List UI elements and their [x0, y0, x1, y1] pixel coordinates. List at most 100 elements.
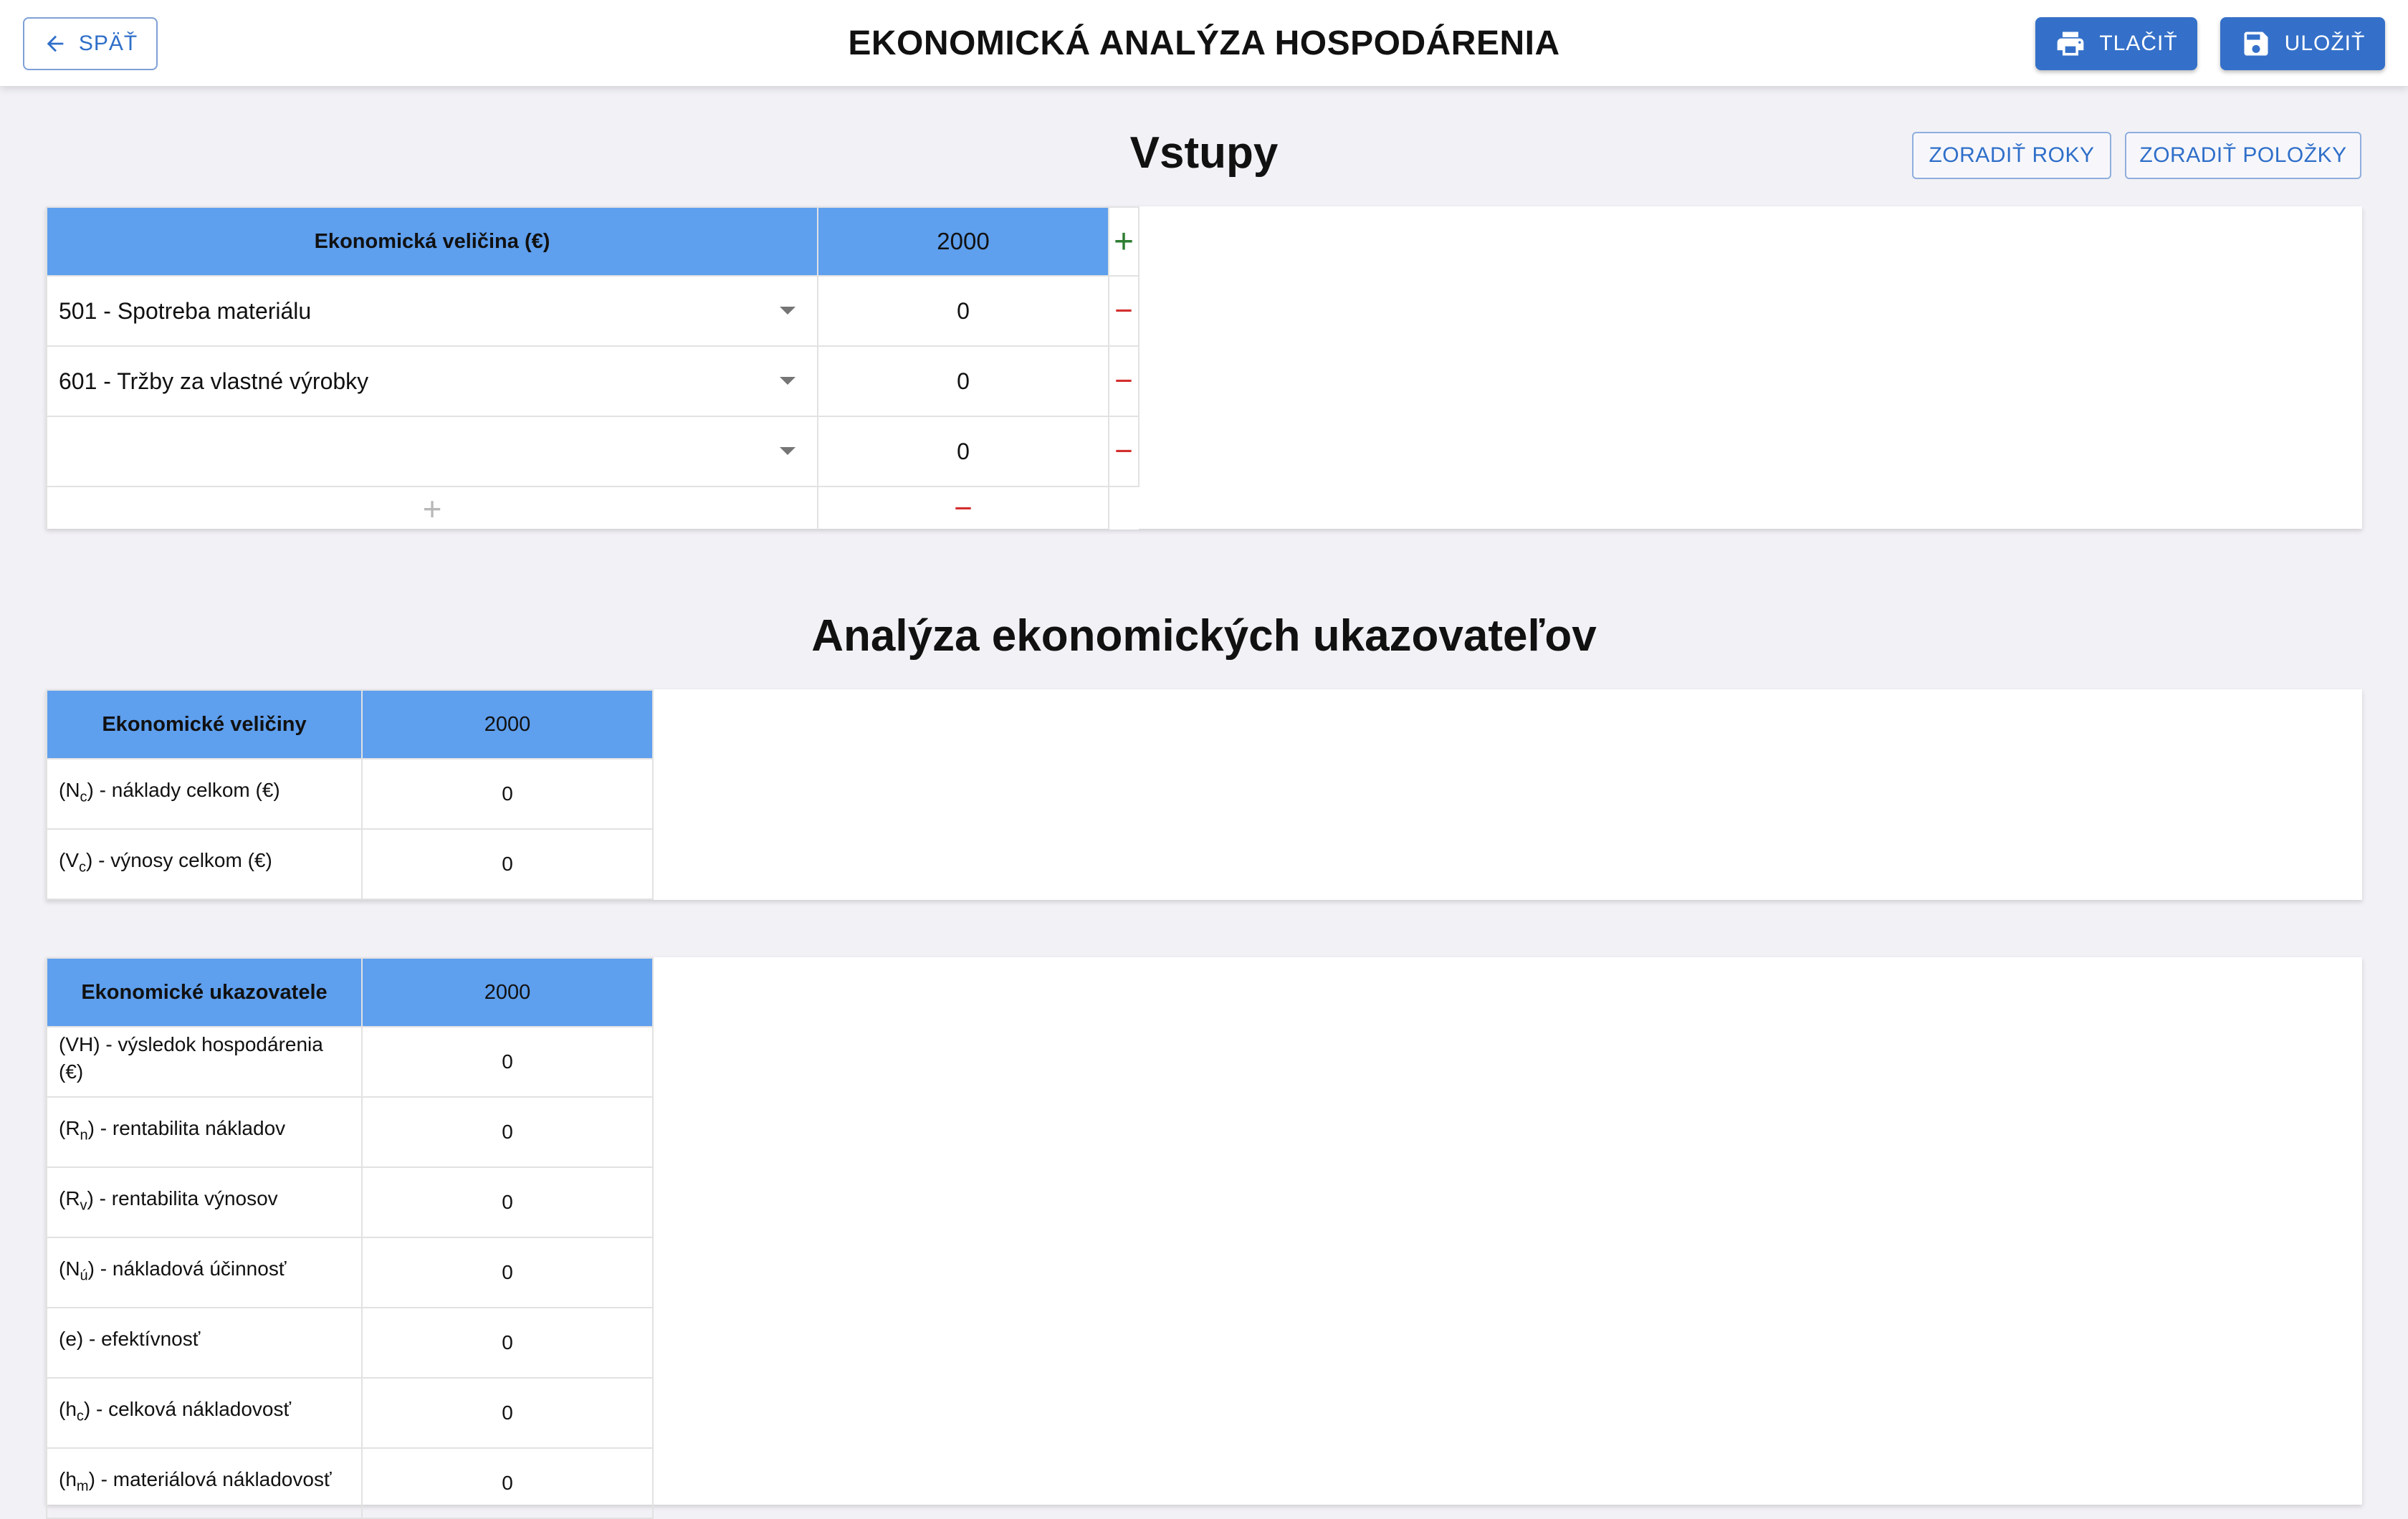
- back-button-label: SPÄŤ: [78, 32, 138, 55]
- caret-down-icon: [780, 307, 796, 315]
- quantities-card: Ekonomické veličiny 2000 (Nc) - náklady …: [46, 689, 2362, 900]
- label-subscript: c: [80, 789, 87, 805]
- quantity-value: 0: [361, 758, 654, 830]
- item-select-value: 501 - Spotreba materiálu: [59, 297, 312, 324]
- inputs-table: Ekonomická veličina (€) 2000 + 501 - Spo…: [46, 206, 1140, 530]
- table-row: (Nc) - náklady celkom (€) 0: [46, 758, 654, 830]
- label-subscript: v: [80, 1197, 87, 1214]
- minus-icon: −: [954, 490, 973, 526]
- indicator-label: (Rv) - rentabilita výnosov: [46, 1166, 363, 1238]
- table-row: 0 −: [46, 416, 1140, 487]
- quantity-label: (Nc) - náklady celkom (€): [46, 758, 363, 830]
- indicators-card: Ekonomické ukazovatele 2000 (VH) - výsle…: [46, 957, 2362, 1519]
- arrow-left-icon: [47, 35, 64, 52]
- indicator-label: (VH) - výsledok hospodárenia (€): [46, 1026, 363, 1098]
- table-row: (VH) - výsledok hospodárenia (€) 0: [46, 1026, 654, 1098]
- sort-years-button[interactable]: ZORADIŤ ROKY: [1912, 132, 2111, 179]
- save-button-label: ULOŽIŤ: [2284, 32, 2366, 55]
- minus-icon: −: [1114, 363, 1133, 398]
- table-row: (e) - efektívnosť 0: [46, 1307, 654, 1379]
- value-cell[interactable]: 0: [817, 416, 1109, 487]
- remove-row-button[interactable]: −: [1108, 345, 1140, 417]
- inputs-column-header-label: Ekonomická veličina (€): [46, 206, 818, 277]
- table-row: (Vc) - výnosy celkom (€) 0: [46, 828, 654, 900]
- label-suffix: ) - rentabilita výnosov: [87, 1187, 278, 1210]
- analysis-section-title: Analýza ekonomických ukazovateľov: [811, 611, 1597, 661]
- indicator-label: (Rn) - rentabilita nákladov: [46, 1096, 363, 1168]
- label-subscript: n: [80, 1127, 88, 1144]
- indicator-value: 0: [361, 1166, 654, 1238]
- item-select[interactable]: 601 - Tržby za vlastné výrobky: [46, 345, 818, 417]
- label-prefix: (h: [59, 1398, 77, 1421]
- label-prefix: (N: [59, 779, 80, 802]
- app-header: SPÄŤ EKONOMICKÁ ANALÝZA HOSPODÁRENIA TLA…: [0, 0, 2408, 86]
- indicator-value: 0: [361, 1096, 654, 1168]
- quantities-table: Ekonomické veličiny 2000 (Nc) - náklady …: [46, 689, 654, 900]
- remove-row-button[interactable]: −: [1108, 275, 1140, 347]
- sort-items-button[interactable]: ZORADIŤ POLOŽKY: [2125, 132, 2361, 179]
- quantity-label: (Vc) - výnosy celkom (€): [46, 828, 363, 900]
- quantities-column-header-year: 2000: [361, 689, 654, 760]
- quantities-column-header-label: Ekonomické veličiny: [46, 689, 363, 760]
- table-row: (Rn) - rentabilita nákladov 0: [46, 1096, 654, 1168]
- label-suffix: ) - nákladová účinnosť: [87, 1257, 287, 1280]
- table-row: 601 - Tržby za vlastné výrobky 0 −: [46, 345, 1140, 417]
- item-select-value: 601 - Tržby za vlastné výrobky: [59, 368, 369, 394]
- caret-down-icon: [780, 447, 796, 455]
- remove-row-button[interactable]: −: [1108, 416, 1140, 487]
- label-subscript: ú: [80, 1268, 88, 1284]
- quantity-value: 0: [361, 828, 654, 900]
- label-prefix: (N: [59, 1257, 80, 1280]
- item-select[interactable]: [46, 416, 818, 487]
- footer-spacer: [1109, 487, 1139, 530]
- table-row: (hc) - celková nákladovosť 0: [46, 1377, 654, 1449]
- indicator-value: 0: [361, 1237, 654, 1308]
- label-subscript: c: [79, 859, 86, 876]
- add-year-button[interactable]: +: [1108, 206, 1140, 277]
- label-subscript: m: [76, 1478, 89, 1495]
- label-suffix: ) - celková nákladovosť: [83, 1398, 291, 1421]
- label-prefix: (V: [59, 849, 79, 872]
- indicator-label: (Nú) - nákladová účinnosť: [46, 1237, 363, 1308]
- remove-year-button[interactable]: −: [817, 486, 1109, 530]
- label-prefix: (R: [59, 1117, 80, 1140]
- label-prefix: (h: [59, 1468, 77, 1491]
- print-button-label: TLAČIŤ: [2099, 32, 2178, 55]
- item-select[interactable]: 501 - Spotreba materiálu: [46, 275, 818, 347]
- indicator-label: (hm) - materiálová nákladovosť: [46, 1447, 363, 1519]
- indicator-value: 0: [361, 1377, 654, 1449]
- label-suffix: ) - rentabilita nákladov: [87, 1117, 286, 1140]
- table-row: (hm) - materiálová nákladovosť 0: [46, 1447, 654, 1519]
- inputs-card: Ekonomická veličina (€) 2000 + 501 - Spo…: [46, 206, 2362, 530]
- caret-down-icon: [780, 377, 796, 385]
- value-cell[interactable]: 0: [817, 275, 1109, 347]
- plus-icon: +: [422, 489, 442, 527]
- minus-icon: −: [1114, 433, 1133, 469]
- table-row: (Rv) - rentabilita výnosov 0: [46, 1166, 654, 1238]
- table-row: (Nú) - nákladová účinnosť 0: [46, 1237, 654, 1308]
- indicators-column-header-label: Ekonomické ukazovatele: [46, 957, 363, 1027]
- label-prefix: (VH) - výsledok hospodárenia (€): [59, 1033, 323, 1083]
- back-button[interactable]: SPÄŤ: [23, 17, 158, 70]
- print-button[interactable]: TLAČIŤ: [2035, 17, 2197, 70]
- printer-icon: [2057, 32, 2084, 56]
- add-row-button[interactable]: +: [46, 486, 818, 530]
- save-button[interactable]: ULOŽIŤ: [2220, 17, 2385, 70]
- label-suffix: ) - výnosy celkom (€): [86, 849, 272, 872]
- table-row: 501 - Spotreba materiálu 0 −: [46, 275, 1140, 347]
- indicators-column-header-year: 2000: [361, 957, 654, 1027]
- minus-icon: −: [1114, 293, 1133, 328]
- indicator-label: (e) - efektívnosť: [46, 1307, 363, 1379]
- plus-icon: +: [1113, 222, 1134, 261]
- indicator-value: 0: [361, 1026, 654, 1098]
- floppy-disk-icon: [2244, 32, 2268, 56]
- value-cell[interactable]: 0: [817, 345, 1109, 417]
- label-subscript: c: [76, 1408, 84, 1424]
- indicators-table: Ekonomické ukazovatele 2000 (VH) - výsle…: [46, 957, 654, 1519]
- table-footer-row: + −: [46, 486, 1139, 530]
- inputs-column-header-year[interactable]: 2000: [817, 206, 1109, 277]
- indicator-value: 0: [361, 1307, 654, 1379]
- label-prefix: (R: [59, 1187, 80, 1210]
- indicator-value: 0: [361, 1447, 654, 1519]
- label-suffix: ) - náklady celkom (€): [87, 779, 280, 802]
